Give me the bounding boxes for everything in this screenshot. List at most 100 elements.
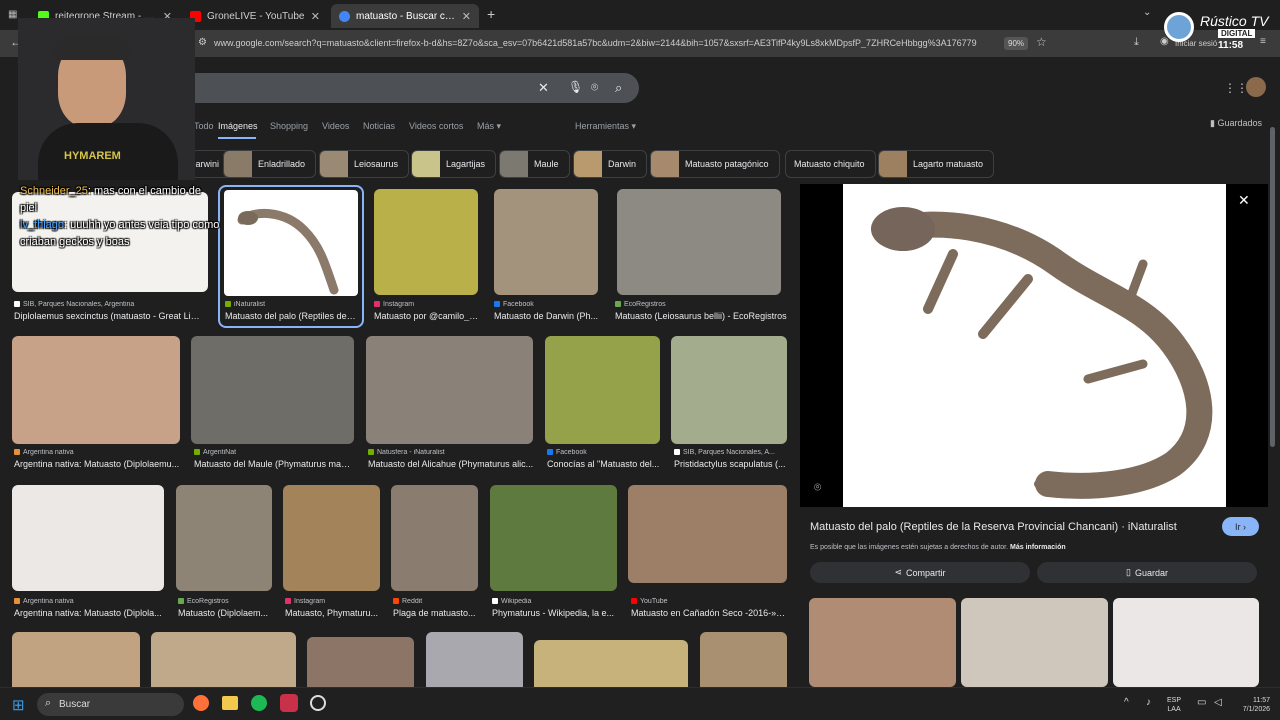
network-icon[interactable]: ▭ [1197, 698, 1206, 708]
result-source[interactable]: ArgentiNat [194, 449, 354, 456]
avatar[interactable] [1246, 77, 1266, 97]
result-image[interactable] [628, 485, 787, 583]
zoom-badge[interactable]: 90% [1004, 37, 1029, 50]
result-title[interactable]: Argentina nativa: Matuasto (Diplolaemu..… [14, 459, 182, 469]
clock[interactable]: 11:57 7/1/2026 [1238, 696, 1270, 714]
result-image[interactable] [534, 640, 688, 687]
volume-icon[interactable]: ◁ [1214, 698, 1222, 708]
tab-list-icon[interactable]: ▦ [8, 9, 17, 20]
chip-lagartijas[interactable]: Lagartijas [411, 150, 497, 178]
result-title[interactable]: Matuasto del Maule (Phymaturus maul... [194, 459, 354, 469]
chevron-down-icon[interactable]: ⌄ [1143, 7, 1151, 18]
search-icon[interactable]: ⌕ [615, 80, 622, 96]
result-image[interactable] [617, 189, 781, 295]
result-source[interactable]: Argentina nativa [14, 598, 164, 605]
tab-news[interactable]: Noticias [363, 121, 395, 131]
result-source[interactable]: Wikipedia [492, 598, 617, 605]
result-image[interactable] [191, 336, 354, 444]
result-title[interactable]: Pristidactylus scapulatus (... [674, 459, 787, 469]
result-image[interactable] [391, 485, 478, 591]
result-title[interactable]: Matuasto por @camilo_s... [374, 311, 480, 321]
app-icon[interactable] [280, 694, 298, 712]
chip-enladrillado[interactable]: Enladrillado [223, 150, 317, 178]
preview-image[interactable] [843, 184, 1226, 507]
scrollbar[interactable] [1270, 127, 1275, 447]
tune-icon[interactable]: ⚙ [198, 37, 207, 48]
result-title[interactable]: Matuasto, Phymaturu... [285, 608, 380, 618]
result-image[interactable] [671, 336, 787, 444]
language-indicator[interactable]: ESP LAA [1167, 696, 1181, 714]
result-image[interactable] [307, 637, 414, 687]
result-source[interactable]: SIB, Parques Nacionales, A... [674, 449, 786, 456]
result-title[interactable]: Matuasto (Diplolaem... [178, 608, 273, 618]
obs-icon[interactable] [310, 695, 326, 711]
result-source[interactable]: Instagram [285, 598, 380, 605]
result-image[interactable] [12, 632, 140, 687]
spotify-icon[interactable] [251, 695, 267, 711]
result-image[interactable] [490, 485, 617, 591]
taskbar-search[interactable]: ⌕ Buscar [37, 693, 184, 716]
chip-darwin[interactable]: Darwin [573, 150, 648, 178]
tab-short-videos[interactable]: Videos cortos [409, 121, 463, 131]
tab-all[interactable]: Todo [194, 121, 214, 131]
chip-maule[interactable]: Maule [499, 150, 570, 178]
tab-videos[interactable]: Videos [322, 121, 349, 131]
result-title[interactable]: Diplolaemus sexcinctus (matuasto - Great… [14, 311, 204, 321]
chip-matuasto-patagonico[interactable]: Matuasto patagónico [650, 150, 780, 178]
microphone-icon[interactable]: 🎙 [568, 80, 583, 94]
chip-leiosaurus[interactable]: Leiosaurus [319, 150, 410, 178]
file-explorer-icon[interactable] [222, 696, 238, 710]
result-image[interactable] [494, 189, 598, 295]
preview-image-frame[interactable]: ✕ ⌾ [800, 184, 1268, 507]
tab-shopping[interactable]: Shopping [270, 121, 308, 131]
microphone-icon[interactable]: ♪ [1146, 698, 1151, 708]
result-title[interactable]: Matuasto de Darwin (Ph... [494, 311, 600, 321]
result-source[interactable]: EcoRegistros [615, 301, 785, 308]
result-source[interactable]: Instagram [374, 301, 479, 308]
result-image[interactable] [700, 632, 787, 687]
result-source[interactable]: Facebook [547, 449, 662, 456]
result-title[interactable]: Phymaturus - Wikipedia, la e... [492, 608, 617, 618]
tools-button[interactable]: Herramientas ▾ [575, 121, 636, 132]
result-source[interactable]: Natusfera - iNaturalist [368, 449, 533, 456]
bookmark-star-icon[interactable]: ☆ [1036, 35, 1047, 49]
result-title[interactable]: Matuasto del Alicahue (Phymaturus alic..… [368, 459, 534, 469]
more-info-link[interactable]: Más información [1010, 544, 1066, 551]
result-image[interactable] [151, 632, 296, 687]
close-icon[interactable]: ✕ [1238, 192, 1250, 209]
result-source[interactable]: Facebook [494, 301, 599, 308]
result-title[interactable]: Plaga de matuasto... [393, 608, 478, 618]
result-title[interactable]: Matuasto del palo (Reptiles de l... [225, 311, 357, 321]
result-source[interactable]: SIB, Parques Nacionales, Argentina [14, 301, 204, 308]
result-image[interactable] [366, 336, 533, 444]
related-image[interactable] [809, 598, 956, 687]
result-image[interactable] [176, 485, 272, 591]
share-button[interactable]: ⋖ Compartir [810, 562, 1030, 583]
chip-matuasto-chiquito[interactable]: Matuasto chiquito [785, 150, 876, 178]
result-image[interactable] [426, 632, 523, 687]
result-image[interactable] [283, 485, 380, 591]
apps-grid-icon[interactable]: ⋮⋮ [1224, 81, 1248, 95]
clear-icon[interactable]: ✕ [538, 80, 549, 96]
result-source[interactable]: Argentina nativa [14, 449, 182, 456]
windows-start-icon[interactable]: ⊞ [12, 696, 25, 714]
url-field[interactable]: www.google.com/search?q=matuasto&client=… [214, 38, 999, 48]
search-box[interactable]: ✕ 🎙 ⌾ ⌕ [180, 73, 639, 103]
result-title[interactable]: Argentina nativa: Matuasto (Diplola... [14, 608, 164, 618]
result-title[interactable]: Matuasto (Leiosaurus bellii) - EcoRegist… [615, 311, 787, 321]
chevron-up-icon[interactable]: ^ [1124, 698, 1129, 708]
result-source[interactable]: EcoRegistros [178, 598, 273, 605]
result-image[interactable] [12, 336, 180, 444]
result-source[interactable]: YouTube [631, 598, 787, 605]
firefox-icon[interactable] [193, 695, 209, 711]
related-image[interactable] [1113, 598, 1259, 687]
tab-youtube[interactable]: GroneLIVE - YouTube ✕ [182, 4, 328, 28]
chip-lagarto-matuasto[interactable]: Lagarto matuasto [878, 150, 995, 178]
lens-icon[interactable]: ⌾ [591, 80, 598, 95]
visit-button[interactable]: Ir › [1222, 517, 1259, 536]
result-image[interactable] [374, 189, 478, 295]
download-icon[interactable]: ⤓ [1134, 36, 1139, 49]
related-image[interactable] [961, 598, 1108, 687]
result-image[interactable] [12, 485, 164, 591]
result-title[interactable]: Matuasto en Cañadón Seco -2016-» -... [631, 608, 787, 618]
